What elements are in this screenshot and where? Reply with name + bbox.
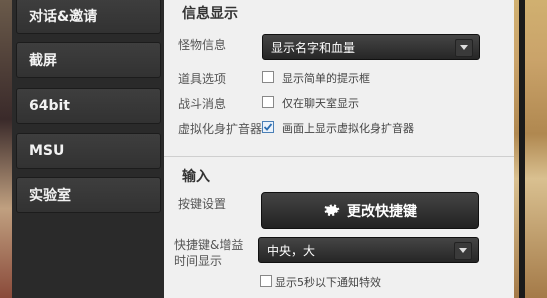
chevron-down-icon: [454, 242, 472, 260]
input-title: 输入: [182, 169, 210, 185]
sidebar-item-label: 64bit: [29, 98, 70, 114]
monster-info-label: 怪物信息: [178, 38, 227, 52]
item-option-label: 道具选项: [178, 72, 227, 86]
info-display-title: 信息显示: [182, 6, 238, 22]
key-settings-label: 按键设置: [178, 197, 227, 211]
battle-message-label: 战斗消息: [178, 97, 227, 111]
battle-message-checkbox[interactable]: [262, 96, 274, 108]
change-hotkey-label: 更改快捷键: [347, 203, 417, 220]
monster-info-dropdown[interactable]: 显示名字和血量: [262, 34, 480, 60]
sidebar-item-label: 截屏: [29, 53, 57, 69]
hotkey-display-value: 中央，大: [267, 243, 316, 258]
item-option-checkbox[interactable]: [262, 71, 274, 83]
sidebar-item-screenshot[interactable]: 截屏: [16, 42, 161, 78]
sidebar-item-chat-invite[interactable]: 对话&邀请: [16, 0, 161, 34]
section-divider: [164, 156, 514, 157]
game-background-left: [0, 0, 12, 298]
sidebar-item-label: 对话&邀请: [29, 9, 98, 25]
notify-effect-checkbox[interactable]: [260, 275, 272, 287]
hotkey-display-label-line2: 时间显示: [174, 254, 223, 268]
settings-content: 信息显示 怪物信息 显示名字和血量 道具选项 显示简单的提示框 战斗消息 仅在聊…: [164, 0, 514, 298]
notify-effect-checkbox-label: 显示5秒以下通知特效: [275, 276, 381, 289]
hotkey-display-label-line1: 快捷键&增益: [174, 238, 244, 252]
virtual-expander-label: 虚拟化身扩音器: [178, 122, 263, 136]
checkmark-icon: [263, 123, 273, 131]
sidebar-item-msu[interactable]: MSU: [16, 133, 161, 169]
virtual-expander-checkbox[interactable]: [262, 121, 274, 133]
chevron-down-icon: [455, 39, 473, 57]
battle-message-checkbox-label: 仅在聊天室显示: [282, 97, 359, 110]
hotkey-display-dropdown[interactable]: 中央，大: [258, 237, 479, 263]
monster-info-value: 显示名字和血量: [271, 40, 356, 55]
gear-icon: [324, 204, 340, 216]
window-edge: [519, 0, 525, 298]
virtual-expander-checkbox-label: 画面上显示虚拟化身扩音器: [282, 122, 414, 135]
sidebar-item-64bit[interactable]: 64bit: [16, 88, 161, 124]
sidebar-item-label: 实验室: [29, 188, 71, 204]
sidebar-item-label: MSU: [29, 143, 65, 159]
item-option-checkbox-label: 显示简单的提示框: [282, 72, 370, 85]
settings-sidebar: 对话&邀请 截屏 64bit MSU 实验室: [16, 0, 161, 298]
sidebar-item-lab[interactable]: 实验室: [16, 177, 161, 213]
change-hotkey-button[interactable]: 更改快捷键: [261, 192, 479, 229]
